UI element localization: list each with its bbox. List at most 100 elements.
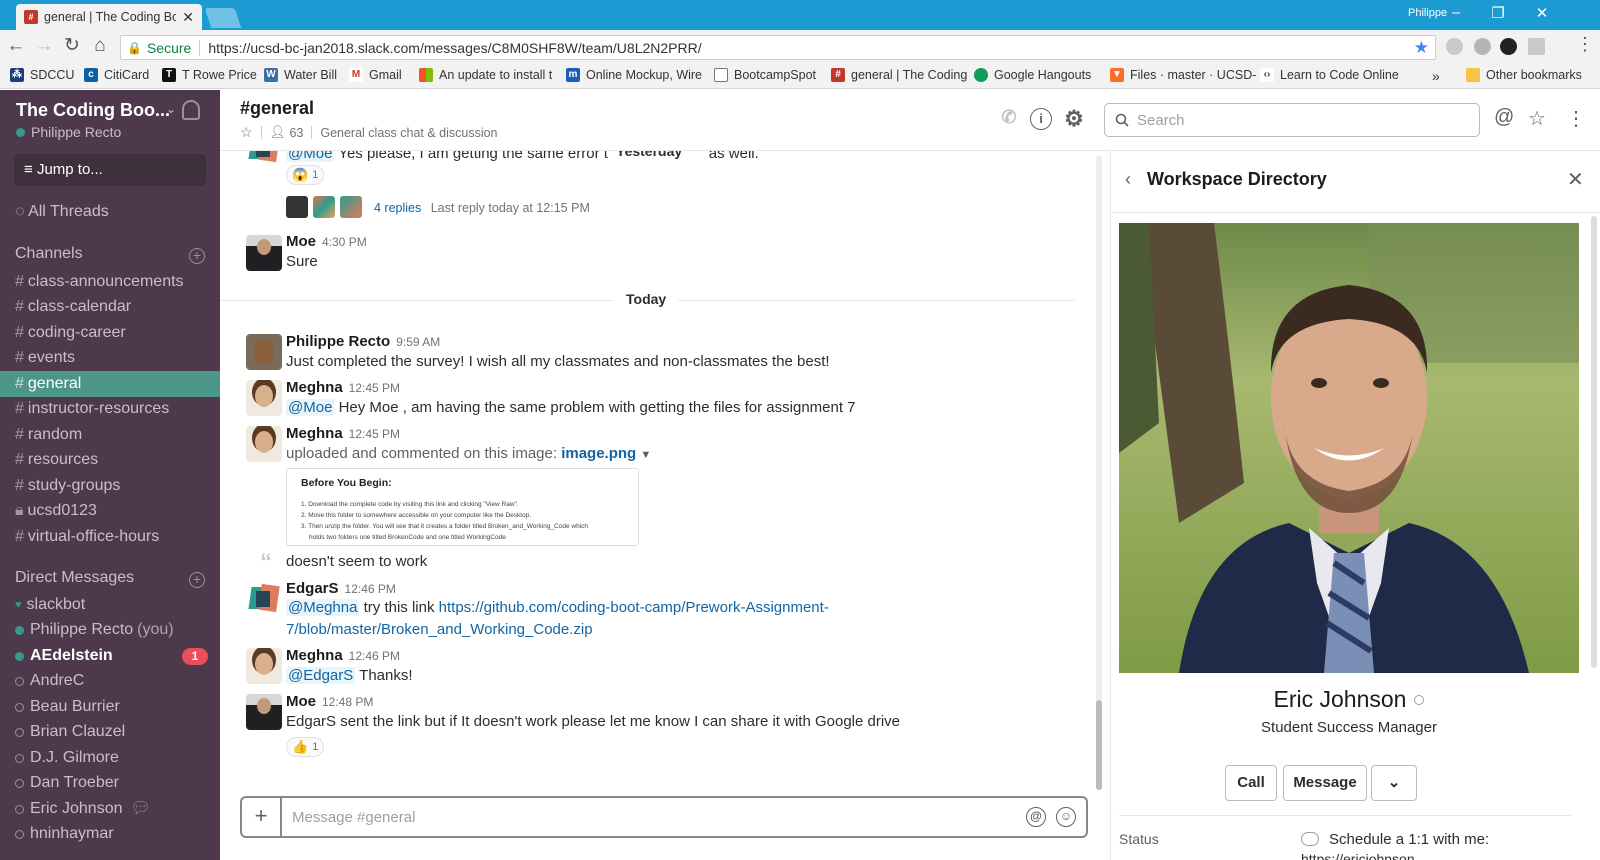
browser-menu-icon[interactable]: ⋮ — [1576, 34, 1594, 55]
home-icon[interactable]: ⌂ — [90, 36, 110, 56]
sidebar-item-study-groups[interactable]: # study-groups — [0, 473, 220, 499]
avatar[interactable] — [246, 648, 282, 684]
new-tab-button[interactable] — [204, 8, 242, 28]
message-button[interactable]: Message — [1283, 765, 1367, 801]
starred-icon[interactable]: ☆ — [1528, 106, 1546, 131]
mention[interactable]: @Moe — [286, 399, 335, 416]
chevron-left-icon[interactable]: ‹ — [1125, 169, 1131, 190]
github-link[interactable]: 7/blob/master/Broken_and_Working_Code.zi… — [286, 621, 593, 638]
direct-messages-header[interactable]: Direct Messages — [15, 569, 134, 587]
more-actions-button[interactable]: ⌄ — [1371, 765, 1417, 801]
image-preview[interactable]: Before You Begin: 1. Download the comple… — [286, 468, 639, 546]
bell-icon[interactable] — [182, 100, 200, 120]
search-input[interactable]: Search — [1104, 103, 1480, 137]
message-composer[interactable]: + Message #general @ ☺ — [240, 796, 1088, 838]
profile-photo[interactable] — [1119, 223, 1579, 673]
bookmark-gmail[interactable]: M Gmail — [349, 68, 402, 82]
more-icon[interactable]: ⋮ — [1566, 106, 1586, 131]
bookmark-mockup[interactable]: m Online Mockup, Wire — [566, 68, 702, 82]
pdf-extension-icon[interactable] — [1528, 38, 1545, 55]
minimize-icon[interactable]: – — [1446, 4, 1466, 21]
dm-hninhaymar[interactable]: hninhaymar — [0, 821, 220, 847]
close-icon[interactable]: ✕ — [1567, 167, 1584, 192]
sidebar-item-events[interactable]: # events — [0, 345, 220, 371]
members-icon[interactable]: 👤︎ — [270, 125, 286, 140]
sidebar-item-general[interactable]: # general — [0, 371, 220, 397]
browser-tab[interactable]: # general | The Coding Boo ✕ — [16, 4, 202, 30]
status-url[interactable]: https://ericjohnson... — [1301, 851, 1426, 860]
back-icon[interactable]: ← — [6, 36, 26, 56]
dm-aedelstein[interactable]: AEdelstein 1 — [0, 643, 220, 669]
info-icon[interactable]: i — [1030, 108, 1052, 130]
bookmark-windows-update[interactable]: An update to install t — [419, 68, 552, 82]
sidebar-item-coding-career[interactable]: # coding-career — [0, 320, 220, 346]
message-scrollbar[interactable] — [1096, 155, 1102, 790]
bookmark-gitlab[interactable]: ▼ Files · master · UCSD- — [1110, 68, 1256, 82]
bookmark-sdccu[interactable]: ⁂ SDCCU — [10, 68, 74, 82]
team-name[interactable]: The Coding Boo... — [16, 100, 170, 121]
thread-participants[interactable] — [286, 196, 367, 218]
avatar[interactable] — [246, 380, 282, 416]
chevron-down-icon[interactable]: ⌄ — [166, 102, 176, 116]
camera-extension-icon[interactable] — [1500, 38, 1517, 55]
channel-purpose[interactable]: General class chat & discussion — [320, 126, 497, 140]
dm-beau-burrier[interactable]: Beau Burrier — [0, 694, 220, 720]
channels-header[interactable]: Channels — [15, 245, 83, 263]
dm-eric-johnson[interactable]: Eric Johnson 💬︎ — [0, 796, 220, 822]
mention[interactable]: @EdgarS — [286, 667, 356, 684]
mention-icon[interactable]: @ — [1026, 807, 1046, 827]
dm-slackbot[interactable]: ♥ slackbot — [0, 592, 220, 618]
message-author[interactable]: EdgarS 12:46 PM — [286, 580, 396, 597]
sidebar-item-virtual-office-hours[interactable]: # virtual-office-hours — [0, 524, 220, 550]
sidebar-item-ucsd0123[interactable]: 🔒︎ ucsd0123 — [0, 498, 220, 524]
star-icon[interactable]: ☆ — [240, 124, 253, 141]
bookmark-citicard[interactable]: c CitiCard — [84, 68, 149, 82]
more-bookmarks-icon[interactable]: » — [1432, 68, 1440, 84]
message-author[interactable]: Meghna 12:46 PM — [286, 647, 400, 664]
github-link[interactable]: https://github.com/coding-boot-camp/Prew… — [439, 599, 829, 616]
caret-down-icon[interactable]: ▼ — [640, 449, 651, 461]
thread-summary[interactable]: 4 replies Last reply today at 12:15 PM — [370, 201, 590, 215]
bookmark-hangouts[interactable]: Google Hangouts — [974, 68, 1091, 82]
avatar[interactable] — [246, 151, 282, 167]
message-input[interactable]: Message #general — [282, 809, 1026, 826]
dm-philippe-recto[interactable]: Philippe Recto (you) — [0, 617, 220, 643]
forward-icon[interactable]: → — [34, 36, 54, 56]
message-author[interactable]: Moe 12:48 PM — [286, 693, 373, 710]
extension-icon[interactable] — [1446, 38, 1463, 55]
cloud-extension-icon[interactable] — [1474, 38, 1491, 55]
add-dm-icon[interactable]: + — [189, 572, 205, 588]
message-author[interactable]: Meghna 12:45 PM — [286, 379, 400, 396]
reaction-pill[interactable]: 😱 1 — [286, 165, 325, 185]
emoji-icon[interactable]: ☺ — [1056, 807, 1076, 827]
gear-icon[interactable]: ⚙ — [1063, 108, 1085, 130]
avatar[interactable] — [246, 334, 282, 370]
message-author[interactable]: Meghna 12:45 PM — [286, 425, 400, 442]
sidebar-item-class-announcements[interactable]: # class-announcements — [0, 269, 220, 295]
panel-scrollbar[interactable] — [1591, 216, 1597, 668]
message-author[interactable]: Moe 4:30 PM — [286, 233, 367, 250]
restore-icon[interactable]: ❐ — [1488, 4, 1508, 22]
other-bookmarks[interactable]: Other bookmarks — [1466, 68, 1582, 82]
all-threads-link[interactable]: ◌ All Threads — [15, 203, 109, 221]
bookmark-slack-general[interactable]: # general | The Coding — [831, 68, 967, 82]
message-scrollbar-thumb[interactable] — [1096, 700, 1102, 790]
avatar[interactable] — [246, 694, 282, 730]
sidebar-item-instructor-resources[interactable]: # instructor-resources — [0, 396, 220, 422]
bookmark-water[interactable]: W Water Bill — [264, 68, 337, 82]
avatar[interactable] — [246, 426, 282, 462]
dm-andrec[interactable]: AndreC — [0, 668, 220, 694]
dm-brian-clauzel[interactable]: Brian Clauzel — [0, 719, 220, 745]
mention[interactable]: @Meghna — [286, 599, 360, 616]
call-button[interactable]: Call — [1225, 765, 1277, 801]
file-link[interactable]: image.png — [561, 445, 636, 462]
dm-dan-troeber[interactable]: Dan Troeber — [0, 770, 220, 796]
mention[interactable]: @Moe — [286, 151, 335, 162]
reaction-pill[interactable]: 👍 1 — [286, 737, 325, 757]
bookmark-star-icon[interactable]: ★ — [1414, 38, 1429, 58]
jump-to-button[interactable]: ≡ Jump to... — [14, 154, 206, 186]
message-author[interactable]: Philippe Recto 9:59 AM — [286, 333, 440, 350]
phone-icon[interactable]: ✆ — [998, 108, 1020, 130]
sidebar-item-random[interactable]: # random — [0, 422, 220, 448]
sidebar-item-resources[interactable]: # resources — [0, 447, 220, 473]
